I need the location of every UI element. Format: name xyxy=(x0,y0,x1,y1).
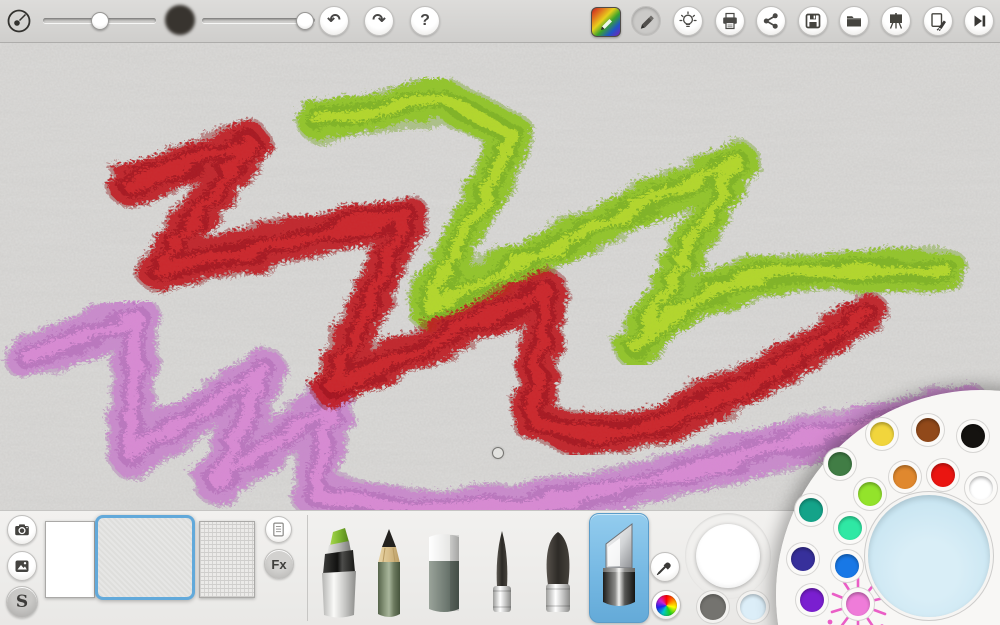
folder-icon xyxy=(844,11,864,31)
marker-icon xyxy=(315,527,363,621)
tool-eraser[interactable] xyxy=(421,529,467,624)
photo-icon xyxy=(12,556,32,576)
paint-app-window: ↶ ↷ ? xyxy=(0,0,1000,625)
new-page-button[interactable] xyxy=(923,6,953,36)
brush-size-slider[interactable] xyxy=(43,18,156,23)
palette-well-black[interactable] xyxy=(961,424,985,448)
lightbulb-icon xyxy=(678,11,698,31)
color-wheel-icon xyxy=(656,595,677,616)
flat-brush-icon xyxy=(590,514,648,622)
paper-option-canvas[interactable] xyxy=(199,521,255,598)
paper-option-white[interactable] xyxy=(45,521,95,598)
palette-well-violet[interactable] xyxy=(800,588,824,612)
palette-well-chartreuse[interactable] xyxy=(858,482,882,506)
brush-opacity-slider[interactable] xyxy=(202,18,315,23)
palette-well-red[interactable] xyxy=(931,463,955,487)
swatch-lightblue[interactable] xyxy=(740,594,766,620)
app-logo: S xyxy=(16,592,28,612)
palette-well-spring-green[interactable] xyxy=(838,516,862,540)
print-button[interactable] xyxy=(715,6,745,36)
brush-cursor xyxy=(492,447,504,459)
palette-well-indigo[interactable] xyxy=(791,547,815,571)
palette-well-forest-green[interactable] xyxy=(828,452,852,476)
tool-round-brush[interactable] xyxy=(534,527,582,625)
brush-size-dial-icon[interactable] xyxy=(6,8,32,34)
palette-well-yellow[interactable] xyxy=(870,422,894,446)
eyedropper-button[interactable] xyxy=(650,552,680,582)
printer-icon xyxy=(720,11,740,31)
page-settings-button[interactable] xyxy=(265,516,292,543)
document-icon xyxy=(270,521,287,538)
eraser-icon xyxy=(421,529,467,619)
share-icon xyxy=(761,11,781,31)
pencil-overlay-icon xyxy=(596,12,616,32)
draw-mode-button[interactable] xyxy=(631,6,661,36)
brush-opacity-thumb[interactable] xyxy=(296,12,314,30)
liner-brush-icon xyxy=(480,527,524,621)
tool-flat-brush[interactable] xyxy=(589,513,649,623)
save-button[interactable] xyxy=(798,6,828,36)
pencil-tool-icon xyxy=(366,527,412,621)
skip-end-icon xyxy=(969,11,989,31)
paper-option-sketch[interactable] xyxy=(95,515,195,600)
palette-mixing-area[interactable] xyxy=(868,495,990,617)
top-toolbar: ↶ ↷ ? xyxy=(0,0,1000,43)
undo-icon: ↶ xyxy=(327,13,340,29)
tool-pencil[interactable] xyxy=(366,527,412,625)
fx-label: Fx xyxy=(271,557,286,572)
pencil-icon xyxy=(636,11,656,31)
current-color-swatch[interactable] xyxy=(696,524,760,588)
brush-size-thumb[interactable] xyxy=(91,12,109,30)
toolbar-divider xyxy=(307,515,308,621)
current-color-ring xyxy=(685,513,771,599)
camera-button[interactable] xyxy=(7,515,37,545)
gallery-button[interactable] xyxy=(839,6,869,36)
import-image-button[interactable] xyxy=(7,551,37,581)
color-editor-button[interactable] xyxy=(591,7,621,37)
ideas-button[interactable] xyxy=(673,6,703,36)
tool-marker[interactable] xyxy=(315,527,363,625)
eyedropper-icon xyxy=(655,557,675,577)
camera-icon xyxy=(12,520,32,540)
next-page-button[interactable] xyxy=(964,6,994,36)
help-button[interactable]: ? xyxy=(410,6,440,36)
question-icon: ? xyxy=(420,13,430,29)
swatch-gray[interactable] xyxy=(700,594,726,620)
palette-well-pink[interactable] xyxy=(846,592,870,616)
app-menu-button[interactable]: S xyxy=(6,586,38,618)
easel-icon xyxy=(886,11,906,31)
redo-icon: ↷ xyxy=(372,13,385,29)
brush-preview-dot xyxy=(165,5,195,35)
easel-button[interactable] xyxy=(881,6,911,36)
save-icon xyxy=(803,11,823,31)
redo-button[interactable]: ↷ xyxy=(364,6,394,36)
page-brush-icon xyxy=(928,11,948,31)
palette-well-brown[interactable] xyxy=(916,418,940,442)
color-wheel-button[interactable] xyxy=(651,590,681,620)
palette-well-blue[interactable] xyxy=(835,554,859,578)
fx-button[interactable]: Fx xyxy=(264,549,294,579)
palette-well-teal[interactable] xyxy=(799,498,823,522)
palette-well-orange[interactable] xyxy=(893,465,917,489)
round-brush-icon xyxy=(534,527,582,621)
palette-well-white[interactable] xyxy=(969,476,993,500)
tool-liner-brush[interactable] xyxy=(480,527,524,625)
undo-button[interactable]: ↶ xyxy=(319,6,349,36)
share-button[interactable] xyxy=(756,6,786,36)
